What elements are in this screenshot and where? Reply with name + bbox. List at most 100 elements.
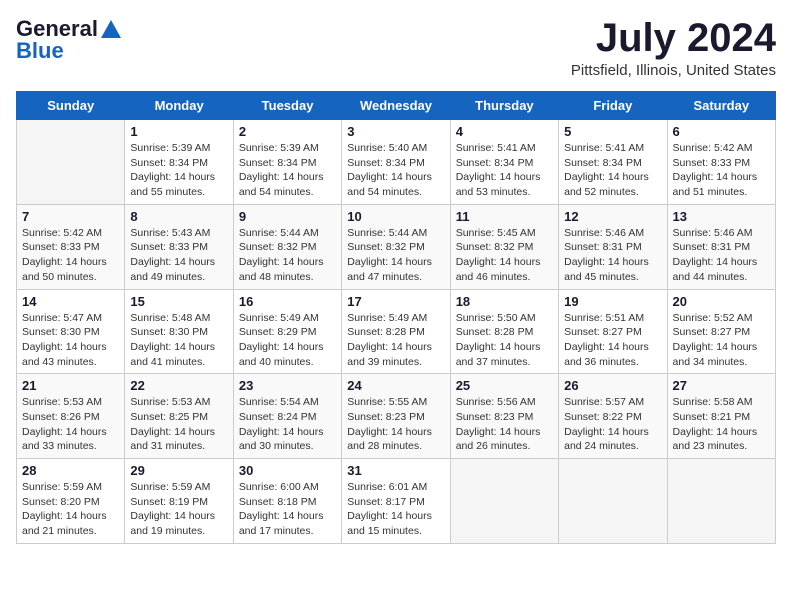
calendar-cell: 20 Sunrise: 5:52 AM Sunset: 8:27 PM Dayli… <box>667 289 775 374</box>
calendar-body: 1 Sunrise: 5:39 AM Sunset: 8:34 PM Daylig… <box>17 120 776 544</box>
calendar-cell: 29 Sunrise: 5:59 AM Sunset: 8:19 PM Dayli… <box>125 459 233 544</box>
calendar-cell <box>667 459 775 544</box>
logo-blue: Blue <box>16 38 64 63</box>
page-header: General Blue July 2024 Pittsfield, Illin… <box>16 16 776 79</box>
week-row-3: 14 Sunrise: 5:47 AM Sunset: 8:30 PM Dayli… <box>17 289 776 374</box>
header-sunday: Sunday <box>17 92 125 120</box>
day-number: 11 <box>456 209 553 224</box>
calendar-cell: 19 Sunrise: 5:51 AM Sunset: 8:27 PM Dayli… <box>559 289 667 374</box>
day-number: 3 <box>347 124 444 139</box>
header-monday: Monday <box>125 92 233 120</box>
day-info: Sunrise: 5:40 AM Sunset: 8:34 PM Dayligh… <box>347 141 444 200</box>
calendar-cell: 18 Sunrise: 5:50 AM Sunset: 8:28 PM Dayli… <box>450 289 558 374</box>
day-info: Sunrise: 5:53 AM Sunset: 8:26 PM Dayligh… <box>22 395 119 454</box>
day-number: 26 <box>564 378 661 393</box>
day-info: Sunrise: 5:42 AM Sunset: 8:33 PM Dayligh… <box>22 226 119 285</box>
calendar-cell: 24Sunrise: 5:55 AM Sunset: 8:23 PM Dayli… <box>342 374 450 459</box>
day-number: 2 <box>239 124 336 139</box>
week-row-5: 28 Sunrise: 5:59 AM Sunset: 8:20 PM Dayli… <box>17 459 776 544</box>
week-row-1: 1 Sunrise: 5:39 AM Sunset: 8:34 PM Daylig… <box>17 120 776 205</box>
calendar-cell: 10Sunrise: 5:44 AM Sunset: 8:32 PM Dayli… <box>342 204 450 289</box>
calendar-cell: 2 Sunrise: 5:39 AM Sunset: 8:34 PM Daylig… <box>233 120 341 205</box>
day-number: 9 <box>239 209 336 224</box>
day-info: Sunrise: 5:49 AM Sunset: 8:28 PM Dayligh… <box>347 311 444 370</box>
day-number: 23 <box>239 378 336 393</box>
day-info: Sunrise: 5:53 AM Sunset: 8:25 PM Dayligh… <box>130 395 227 454</box>
week-row-2: 7Sunrise: 5:42 AM Sunset: 8:33 PM Daylig… <box>17 204 776 289</box>
day-number: 17 <box>347 294 444 309</box>
calendar-cell: 11 Sunrise: 5:45 AM Sunset: 8:32 PM Dayli… <box>450 204 558 289</box>
day-info: Sunrise: 5:39 AM Sunset: 8:34 PM Dayligh… <box>239 141 336 200</box>
day-info: Sunrise: 5:46 AM Sunset: 8:31 PM Dayligh… <box>564 226 661 285</box>
day-info: Sunrise: 6:00 AM Sunset: 8:18 PM Dayligh… <box>239 480 336 539</box>
day-info: Sunrise: 5:41 AM Sunset: 8:34 PM Dayligh… <box>564 141 661 200</box>
day-number: 25 <box>456 378 553 393</box>
day-number: 13 <box>673 209 770 224</box>
day-info: Sunrise: 5:44 AM Sunset: 8:32 PM Dayligh… <box>239 226 336 285</box>
day-number: 8 <box>130 209 227 224</box>
calendar-cell: 13Sunrise: 5:46 AM Sunset: 8:31 PM Dayli… <box>667 204 775 289</box>
day-number: 14 <box>22 294 119 309</box>
day-info: Sunrise: 5:54 AM Sunset: 8:24 PM Dayligh… <box>239 395 336 454</box>
calendar-cell: 9 Sunrise: 5:44 AM Sunset: 8:32 PM Daylig… <box>233 204 341 289</box>
day-info: Sunrise: 5:45 AM Sunset: 8:32 PM Dayligh… <box>456 226 553 285</box>
day-number: 20 <box>673 294 770 309</box>
day-info: Sunrise: 5:39 AM Sunset: 8:34 PM Dayligh… <box>130 141 227 200</box>
day-number: 1 <box>130 124 227 139</box>
calendar-cell: 1 Sunrise: 5:39 AM Sunset: 8:34 PM Daylig… <box>125 120 233 205</box>
calendar-cell: 27Sunrise: 5:58 AM Sunset: 8:21 PM Dayli… <box>667 374 775 459</box>
day-info: Sunrise: 5:52 AM Sunset: 8:27 PM Dayligh… <box>673 311 770 370</box>
calendar-cell <box>450 459 558 544</box>
day-info: Sunrise: 5:59 AM Sunset: 8:20 PM Dayligh… <box>22 480 119 539</box>
day-info: Sunrise: 6:01 AM Sunset: 8:17 PM Dayligh… <box>347 480 444 539</box>
day-number: 19 <box>564 294 661 309</box>
calendar-cell: 21 Sunrise: 5:53 AM Sunset: 8:26 PM Dayli… <box>17 374 125 459</box>
header-wednesday: Wednesday <box>342 92 450 120</box>
day-info: Sunrise: 5:42 AM Sunset: 8:33 PM Dayligh… <box>673 141 770 200</box>
title-area: July 2024 Pittsfield, Illinois, United S… <box>571 16 776 79</box>
day-number: 21 <box>22 378 119 393</box>
day-number: 24 <box>347 378 444 393</box>
day-number: 22 <box>130 378 227 393</box>
calendar-cell <box>17 120 125 205</box>
day-number: 15 <box>130 294 227 309</box>
day-info: Sunrise: 5:50 AM Sunset: 8:28 PM Dayligh… <box>456 311 553 370</box>
day-info: Sunrise: 5:43 AM Sunset: 8:33 PM Dayligh… <box>130 226 227 285</box>
calendar-cell: 8 Sunrise: 5:43 AM Sunset: 8:33 PM Daylig… <box>125 204 233 289</box>
calendar-cell: 12 Sunrise: 5:46 AM Sunset: 8:31 PM Dayli… <box>559 204 667 289</box>
day-info: Sunrise: 5:57 AM Sunset: 8:22 PM Dayligh… <box>564 395 661 454</box>
day-number: 31 <box>347 463 444 478</box>
day-number: 18 <box>456 294 553 309</box>
calendar-cell: 17 Sunrise: 5:49 AM Sunset: 8:28 PM Dayli… <box>342 289 450 374</box>
week-row-4: 21 Sunrise: 5:53 AM Sunset: 8:26 PM Dayli… <box>17 374 776 459</box>
day-number: 29 <box>130 463 227 478</box>
calendar-cell: 23 Sunrise: 5:54 AM Sunset: 8:24 PM Dayli… <box>233 374 341 459</box>
day-info: Sunrise: 5:48 AM Sunset: 8:30 PM Dayligh… <box>130 311 227 370</box>
day-number: 28 <box>22 463 119 478</box>
calendar-cell: 26 Sunrise: 5:57 AM Sunset: 8:22 PM Dayli… <box>559 374 667 459</box>
day-info: Sunrise: 5:59 AM Sunset: 8:19 PM Dayligh… <box>130 480 227 539</box>
calendar-cell: 28 Sunrise: 5:59 AM Sunset: 8:20 PM Dayli… <box>17 459 125 544</box>
calendar-table: SundayMondayTuesdayWednesdayThursdayFrid… <box>16 91 776 544</box>
day-number: 5 <box>564 124 661 139</box>
logo: General Blue <box>16 16 121 64</box>
calendar-cell: 22 Sunrise: 5:53 AM Sunset: 8:25 PM Dayli… <box>125 374 233 459</box>
calendar-cell: 6Sunrise: 5:42 AM Sunset: 8:33 PM Daylig… <box>667 120 775 205</box>
calendar-header: SundayMondayTuesdayWednesdayThursdayFrid… <box>17 92 776 120</box>
calendar-cell: 25Sunrise: 5:56 AM Sunset: 8:23 PM Dayli… <box>450 374 558 459</box>
day-number: 4 <box>456 124 553 139</box>
day-info: Sunrise: 5:47 AM Sunset: 8:30 PM Dayligh… <box>22 311 119 370</box>
calendar-cell <box>559 459 667 544</box>
day-number: 10 <box>347 209 444 224</box>
header-tuesday: Tuesday <box>233 92 341 120</box>
day-info: Sunrise: 5:49 AM Sunset: 8:29 PM Dayligh… <box>239 311 336 370</box>
header-row: SundayMondayTuesdayWednesdayThursdayFrid… <box>17 92 776 120</box>
day-info: Sunrise: 5:41 AM Sunset: 8:34 PM Dayligh… <box>456 141 553 200</box>
header-saturday: Saturday <box>667 92 775 120</box>
calendar-cell: 31 Sunrise: 6:01 AM Sunset: 8:17 PM Dayli… <box>342 459 450 544</box>
day-number: 12 <box>564 209 661 224</box>
day-info: Sunrise: 5:51 AM Sunset: 8:27 PM Dayligh… <box>564 311 661 370</box>
calendar-cell: 4 Sunrise: 5:41 AM Sunset: 8:34 PM Daylig… <box>450 120 558 205</box>
header-friday: Friday <box>559 92 667 120</box>
calendar-cell: 30Sunrise: 6:00 AM Sunset: 8:18 PM Dayli… <box>233 459 341 544</box>
